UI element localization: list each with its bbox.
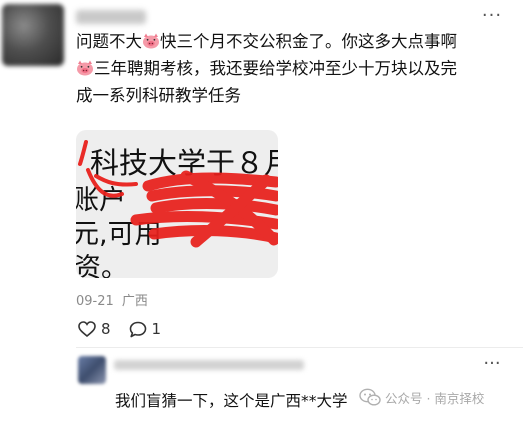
comment-more-options-icon[interactable]: ··· <box>478 354 506 374</box>
post-actions: 8 1 <box>78 318 179 340</box>
user-avatar[interactable] <box>2 4 64 66</box>
pig-face-icon <box>77 60 93 76</box>
red-scribble-redaction <box>78 140 278 248</box>
post-line-1: 问题不大 快三个月不交公积金了。你这多大点事啊 <box>76 28 506 55</box>
wechat-icon <box>359 388 381 406</box>
divider <box>76 347 523 348</box>
comment-icon <box>129 321 146 337</box>
post-line-3: 成一系列科研教学任务 <box>76 86 241 105</box>
username-redacted[interactable] <box>76 10 146 24</box>
like-count: 8 <box>101 320 111 338</box>
heart-icon <box>78 321 96 337</box>
post-line-2-text: 三年聘期考核，我还要给学校冲至少十万块以及完 <box>94 59 457 78</box>
post-date: 09-21 <box>76 294 114 309</box>
comment-text: 我们盲猜一下，这个是广西**大学 <box>115 392 348 410</box>
like-button[interactable]: 8 <box>78 320 111 338</box>
more-options-icon[interactable]: ··· <box>478 6 506 26</box>
post-line-1-end: 快三个月不交公积金了。你这多大点事啊 <box>160 32 457 51</box>
post-location: 广西 <box>121 294 148 309</box>
post-content: 问题不大 快三个月不交公积金了。你这多大点事啊 三年聘期考核，我还要给学校冲至少… <box>76 28 506 109</box>
commenter-avatar[interactable] <box>78 356 106 384</box>
post-meta: 09-21 广西 <box>76 290 148 309</box>
comment-count: 1 <box>151 320 162 338</box>
post-photo[interactable]: 科技大学于８月 账户 元,可用 资。 <box>76 130 278 278</box>
commenter-name-redacted[interactable] <box>114 360 304 370</box>
post-line-2: 三年聘期考核，我还要给学校冲至少十万块以及完 <box>76 55 506 82</box>
comment-button[interactable]: 1 <box>129 320 162 338</box>
watermark-text: 公众号 · 南京择校 <box>385 390 485 406</box>
watermark: 公众号 · 南京择校 <box>359 384 484 410</box>
pig-face-icon <box>143 33 159 49</box>
post-line-1-start: 问题不大 <box>76 32 142 51</box>
